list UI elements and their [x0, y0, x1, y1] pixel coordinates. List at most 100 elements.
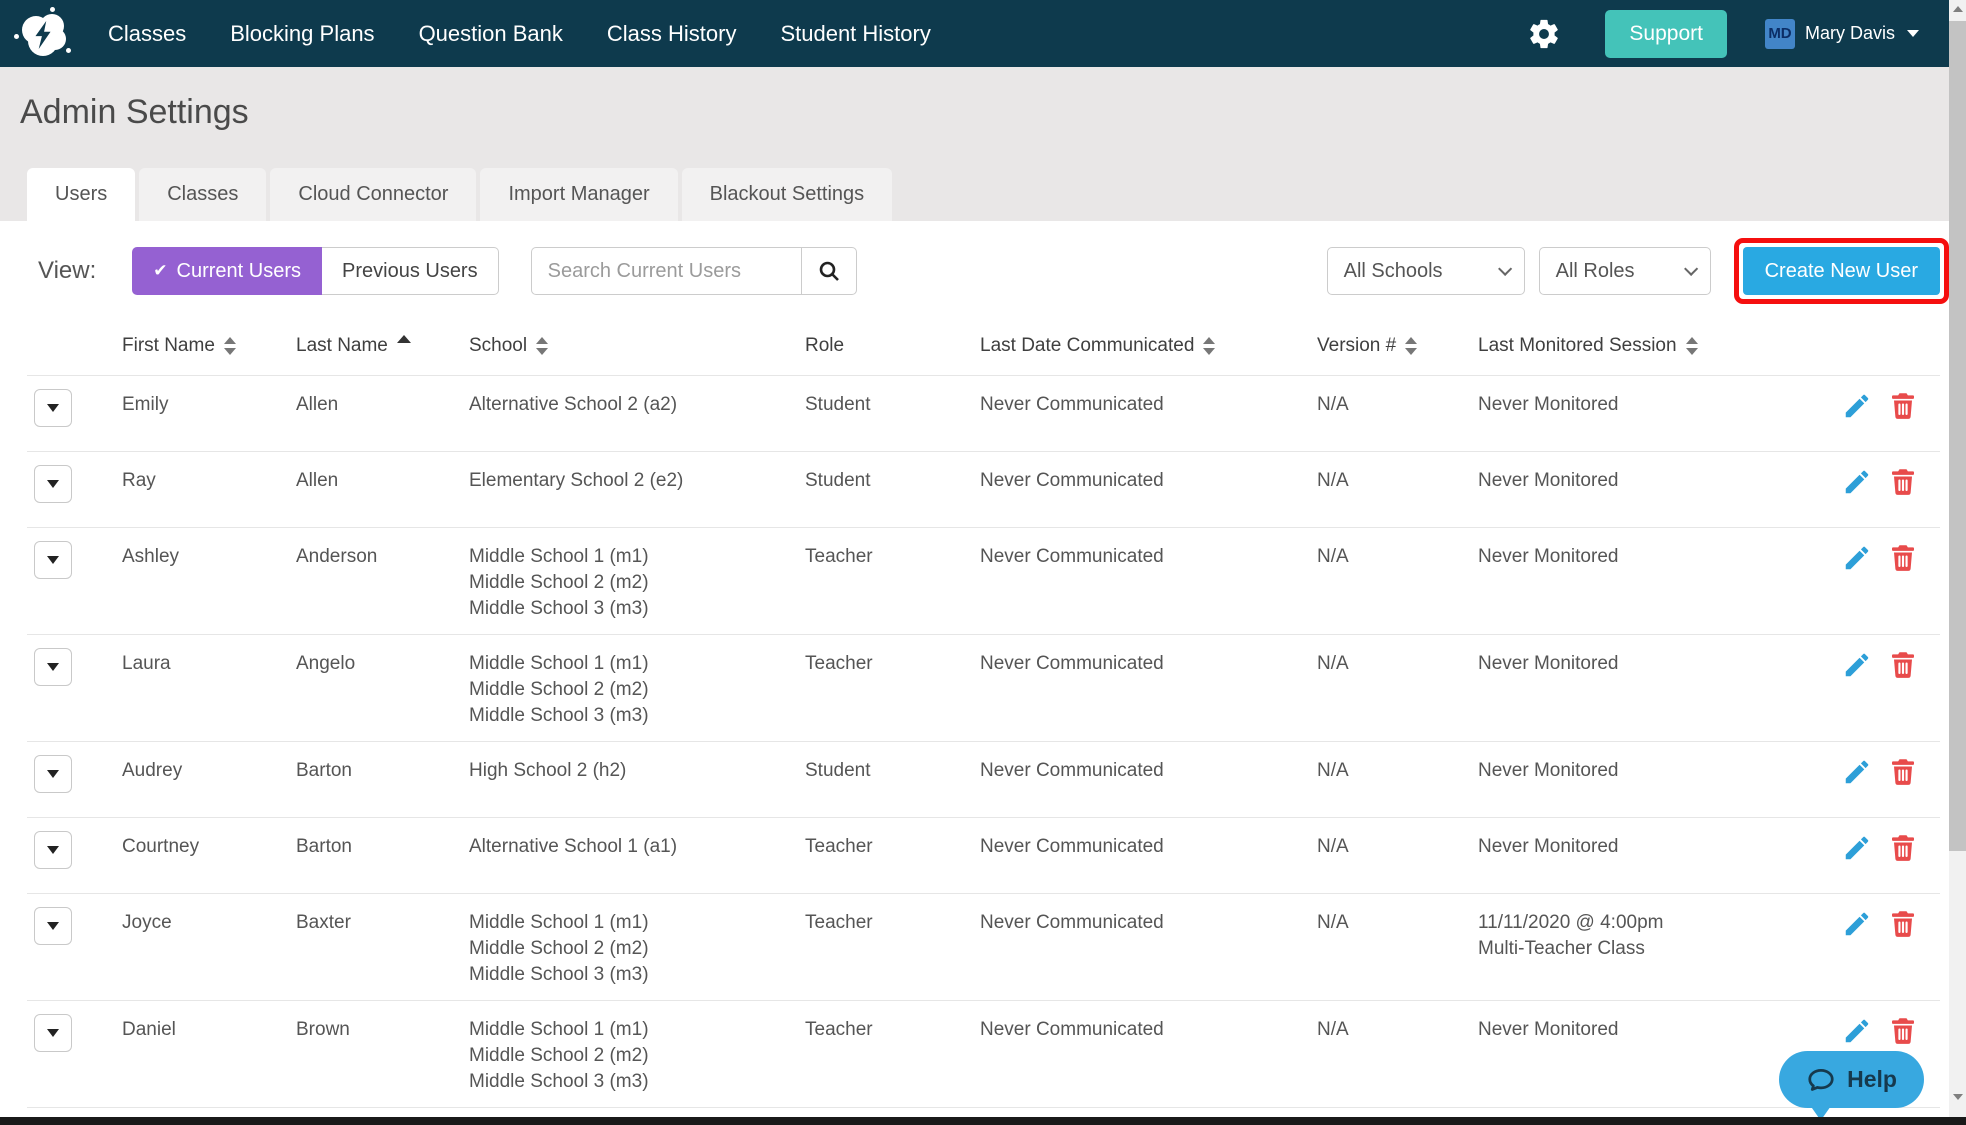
cell-first-name: Laura: [122, 653, 171, 674]
cell-last-date-communicated: Never Communicated: [980, 836, 1164, 857]
delete-user-button[interactable]: [1888, 650, 1918, 680]
table-header-row: First Name Last Name School Role Last Date C…: [27, 335, 1940, 375]
delete-user-button[interactable]: [1888, 909, 1918, 939]
row-expander-button[interactable]: [34, 831, 72, 869]
edit-user-button[interactable]: [1842, 543, 1872, 573]
column-header-last-date-communicated[interactable]: Last Date Communicated: [980, 335, 1317, 357]
scrollbar-thumb[interactable]: [1949, 21, 1966, 851]
cell-first-name: Ray: [122, 470, 156, 491]
scrollbar-up-arrow[interactable]: [1949, 0, 1966, 18]
tab-cloud-connector[interactable]: Cloud Connector: [270, 168, 477, 221]
table-row: Ashley Anderson Middle School 1 (m1) Midd…: [27, 527, 1940, 634]
sort-both-icon: [1685, 337, 1698, 355]
trash-icon: [1892, 835, 1914, 861]
cell-line: Never Monitored: [1478, 394, 1619, 415]
current-users-toggle[interactable]: ✔ Current Users: [132, 247, 322, 295]
school-filter-select[interactable]: All Schools: [1326, 247, 1525, 295]
cell-line: Elementary School 2 (e2): [469, 470, 684, 491]
column-header-version-[interactable]: Version #: [1317, 335, 1478, 357]
edit-user-button[interactable]: [1842, 1016, 1872, 1046]
edit-user-button[interactable]: [1842, 833, 1872, 863]
row-expander-button[interactable]: [34, 389, 72, 427]
cell-line: Never Monitored: [1478, 470, 1619, 491]
help-button[interactable]: Help: [1779, 1051, 1924, 1108]
column-header-last-monitored-session[interactable]: Last Monitored Session: [1478, 335, 1820, 357]
logo-dot: [14, 33, 19, 39]
delete-user-button[interactable]: [1888, 391, 1918, 421]
delete-user-button[interactable]: [1888, 833, 1918, 863]
row-expander-button[interactable]: [34, 907, 72, 945]
nav-item-classes[interactable]: Classes: [108, 21, 186, 47]
row-expander-button[interactable]: [34, 465, 72, 503]
nav-item-student-history[interactable]: Student History: [780, 21, 930, 47]
tab-import-manager[interactable]: Import Manager: [480, 168, 678, 221]
edit-user-button[interactable]: [1842, 467, 1872, 497]
column-header-blank: [27, 335, 122, 357]
cell-school: Middle School 1 (m1) Middle School 2 (m2)…: [469, 1014, 805, 1095]
column-header-last-name[interactable]: Last Name: [296, 335, 469, 357]
table-body: Emily Allen Alternative School 2 (a2) St…: [27, 375, 1940, 1125]
cell-expander: [27, 755, 122, 805]
nav-item-blocking-plans[interactable]: Blocking Plans: [230, 21, 374, 47]
create-new-user-button[interactable]: Create New User: [1742, 247, 1940, 295]
cell-first-name: Joyce: [122, 912, 172, 933]
view-label: View:: [38, 257, 97, 284]
row-expander-button[interactable]: [34, 541, 72, 579]
cell-actions: [1820, 389, 1940, 439]
row-expander-button[interactable]: [34, 755, 72, 793]
previous-users-toggle[interactable]: Previous Users: [322, 247, 499, 295]
sort-both-icon: [1203, 337, 1216, 355]
tab-classes[interactable]: Classes: [139, 168, 267, 221]
cell-actions: [1820, 541, 1940, 622]
column-header-first-name[interactable]: First Name: [122, 335, 296, 357]
delete-user-button[interactable]: [1888, 1016, 1918, 1046]
cell-actions: [1820, 755, 1940, 805]
tab-users[interactable]: Users: [27, 168, 136, 221]
column-header-school[interactable]: School: [469, 335, 805, 357]
column-label: First Name: [122, 335, 215, 356]
cell-line: Alternative School 1 (a1): [469, 836, 678, 857]
row-expander-button[interactable]: [34, 648, 72, 686]
caret-down-icon: [47, 770, 59, 778]
search-button[interactable]: [800, 247, 857, 295]
row-expander-button[interactable]: [34, 1014, 72, 1052]
role-filter-select[interactable]: All Roles: [1538, 247, 1711, 295]
cell-version: N/A: [1317, 760, 1349, 781]
cell-actions: [1820, 907, 1940, 988]
trash-icon: [1892, 1018, 1914, 1044]
tab-blackout-settings[interactable]: Blackout Settings: [681, 168, 893, 221]
delete-user-button[interactable]: [1888, 467, 1918, 497]
column-label: Role: [805, 335, 845, 356]
delete-user-button[interactable]: [1888, 543, 1918, 573]
cell-last-monitored-session: Never Monitored: [1478, 541, 1820, 622]
table-row: Daniel Brown Middle School 1 (m1) Middle …: [27, 1000, 1940, 1107]
caret-down-icon: [47, 663, 59, 671]
edit-user-button[interactable]: [1842, 391, 1872, 421]
edit-user-button[interactable]: [1842, 757, 1872, 787]
cell-school: Alternative School 1 (a1): [469, 831, 805, 881]
search-input[interactable]: [530, 247, 801, 295]
delete-user-button[interactable]: [1888, 757, 1918, 787]
nav-item-question-bank[interactable]: Question Bank: [419, 21, 563, 47]
trash-icon: [1892, 469, 1914, 495]
user-menu[interactable]: MD Mary Davis: [1764, 18, 1919, 49]
nav-item-class-history[interactable]: Class History: [607, 21, 737, 47]
cell-last-name: Barton: [296, 836, 352, 857]
cell-line: Never Monitored: [1478, 760, 1619, 781]
school-filter-value: All Schools: [1343, 259, 1443, 282]
cell-role: Teacher: [805, 653, 873, 674]
scrollbar-down-arrow[interactable]: [1949, 1088, 1966, 1106]
cell-line: Middle School 2 (m2): [469, 938, 649, 959]
pencil-icon: [1845, 394, 1869, 418]
edit-user-button[interactable]: [1842, 650, 1872, 680]
edit-user-button[interactable]: [1842, 909, 1872, 939]
cell-last-monitored-session: Never Monitored: [1478, 389, 1820, 439]
app-logo[interactable]: [14, 6, 76, 60]
top-navigation-bar: Classes Blocking Plans Question Bank Class …: [0, 0, 1949, 67]
vertical-scrollbar[interactable]: [1949, 0, 1966, 1125]
support-button[interactable]: Support: [1605, 9, 1727, 58]
cell-last-date-communicated: Never Communicated: [980, 912, 1164, 933]
settings-gear-button[interactable]: [1527, 17, 1561, 51]
cell-school: Middle School 1 (m1) Middle School 2 (m2)…: [469, 541, 805, 622]
cell-last-date-communicated: Never Communicated: [980, 470, 1164, 491]
